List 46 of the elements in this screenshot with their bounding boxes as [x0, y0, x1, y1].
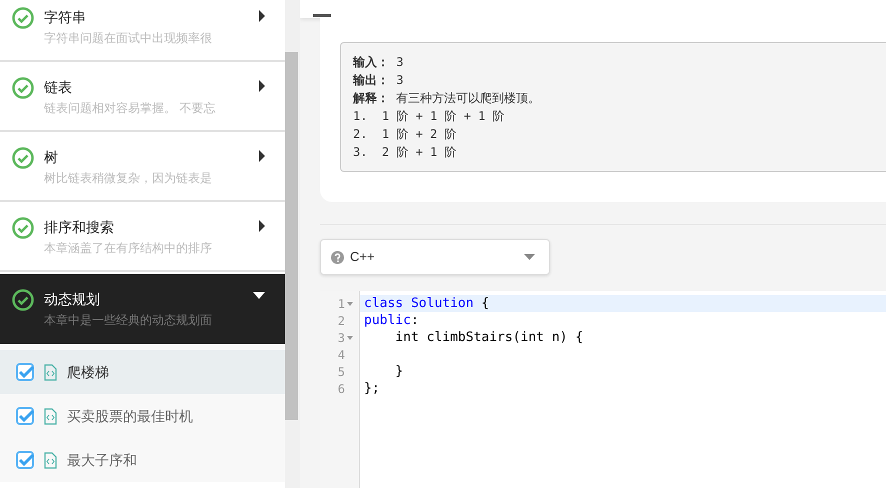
- caret-right-icon: [259, 150, 265, 162]
- code-file-icon: [44, 452, 57, 468]
- example-box: 输入： 3 输出： 3 解释： 有三种方法可以爬到楼顶。 1. 1 阶 + 1 阶 + 1 阶 2. 1 阶 + 2 阶 3. 2 阶 + 1 阶: [340, 42, 886, 172]
- code-line: int climbStairs(int n) {: [394, 329, 584, 346]
- chapter-title: 排序和搜索: [44, 218, 115, 237]
- chapter-title: 字符串: [44, 8, 87, 27]
- caret-right-icon: [259, 220, 265, 232]
- checkbox[interactable]: [16, 407, 34, 425]
- line-number: 1: [320, 295, 359, 312]
- code-line: public:: [363, 312, 420, 329]
- caret-down-icon: [253, 292, 265, 299]
- scrollbar-thumb[interactable]: [285, 52, 298, 420]
- chapter-description: 树比链表稍微复杂，因为链表是: [44, 170, 212, 187]
- line-number: 2: [336, 312, 346, 329]
- caret-right-icon: [259, 80, 265, 92]
- code-line: };: [363, 380, 381, 397]
- caret-right-icon: [259, 10, 265, 22]
- lesson-title: 买卖股票的最佳时机: [67, 406, 193, 426]
- chapter-title: 链表: [44, 78, 73, 97]
- chapter-description: 本章中是一些经典的动态规划面: [44, 312, 212, 329]
- code-file-icon: [44, 408, 57, 424]
- caret-down-icon: [524, 254, 535, 260]
- line-number: 5: [336, 364, 346, 380]
- lesson-item[interactable]: 爬楼梯: [0, 350, 285, 394]
- menu-icon[interactable]: [313, 13, 331, 18]
- chapter-row[interactable]: 动态规划 本章中是一些经典的动态规划面: [0, 274, 285, 344]
- line-number: 4: [336, 346, 346, 363]
- chapter-title: 动态规划: [44, 290, 101, 309]
- language-select[interactable]: C++: [320, 239, 550, 275]
- chapter-description: 字符串问题在面试中出现频率很: [44, 30, 212, 47]
- lesson-title: 爬楼梯: [67, 362, 109, 382]
- fold-icon[interactable]: [347, 336, 353, 340]
- line-number: 3: [320, 329, 359, 346]
- chapter-description: 本章涵盖了在有序结构中的排序: [44, 240, 212, 257]
- lesson-item[interactable]: 买卖股票的最佳时机: [0, 394, 285, 438]
- checkbox[interactable]: [16, 363, 34, 381]
- code-line: }: [394, 363, 404, 380]
- lesson-title: 最大子序和: [67, 450, 137, 470]
- checkbox[interactable]: [16, 451, 34, 469]
- line-number: 6: [336, 380, 346, 397]
- chapter-description: 链表问题相对容易掌握。 不要忘: [44, 100, 216, 117]
- code-file-icon: [44, 364, 57, 380]
- chapter-title: 树: [44, 148, 59, 167]
- help-icon: [331, 250, 344, 264]
- lesson-item[interactable]: 最大子序和: [0, 438, 285, 482]
- fold-icon[interactable]: [347, 302, 353, 306]
